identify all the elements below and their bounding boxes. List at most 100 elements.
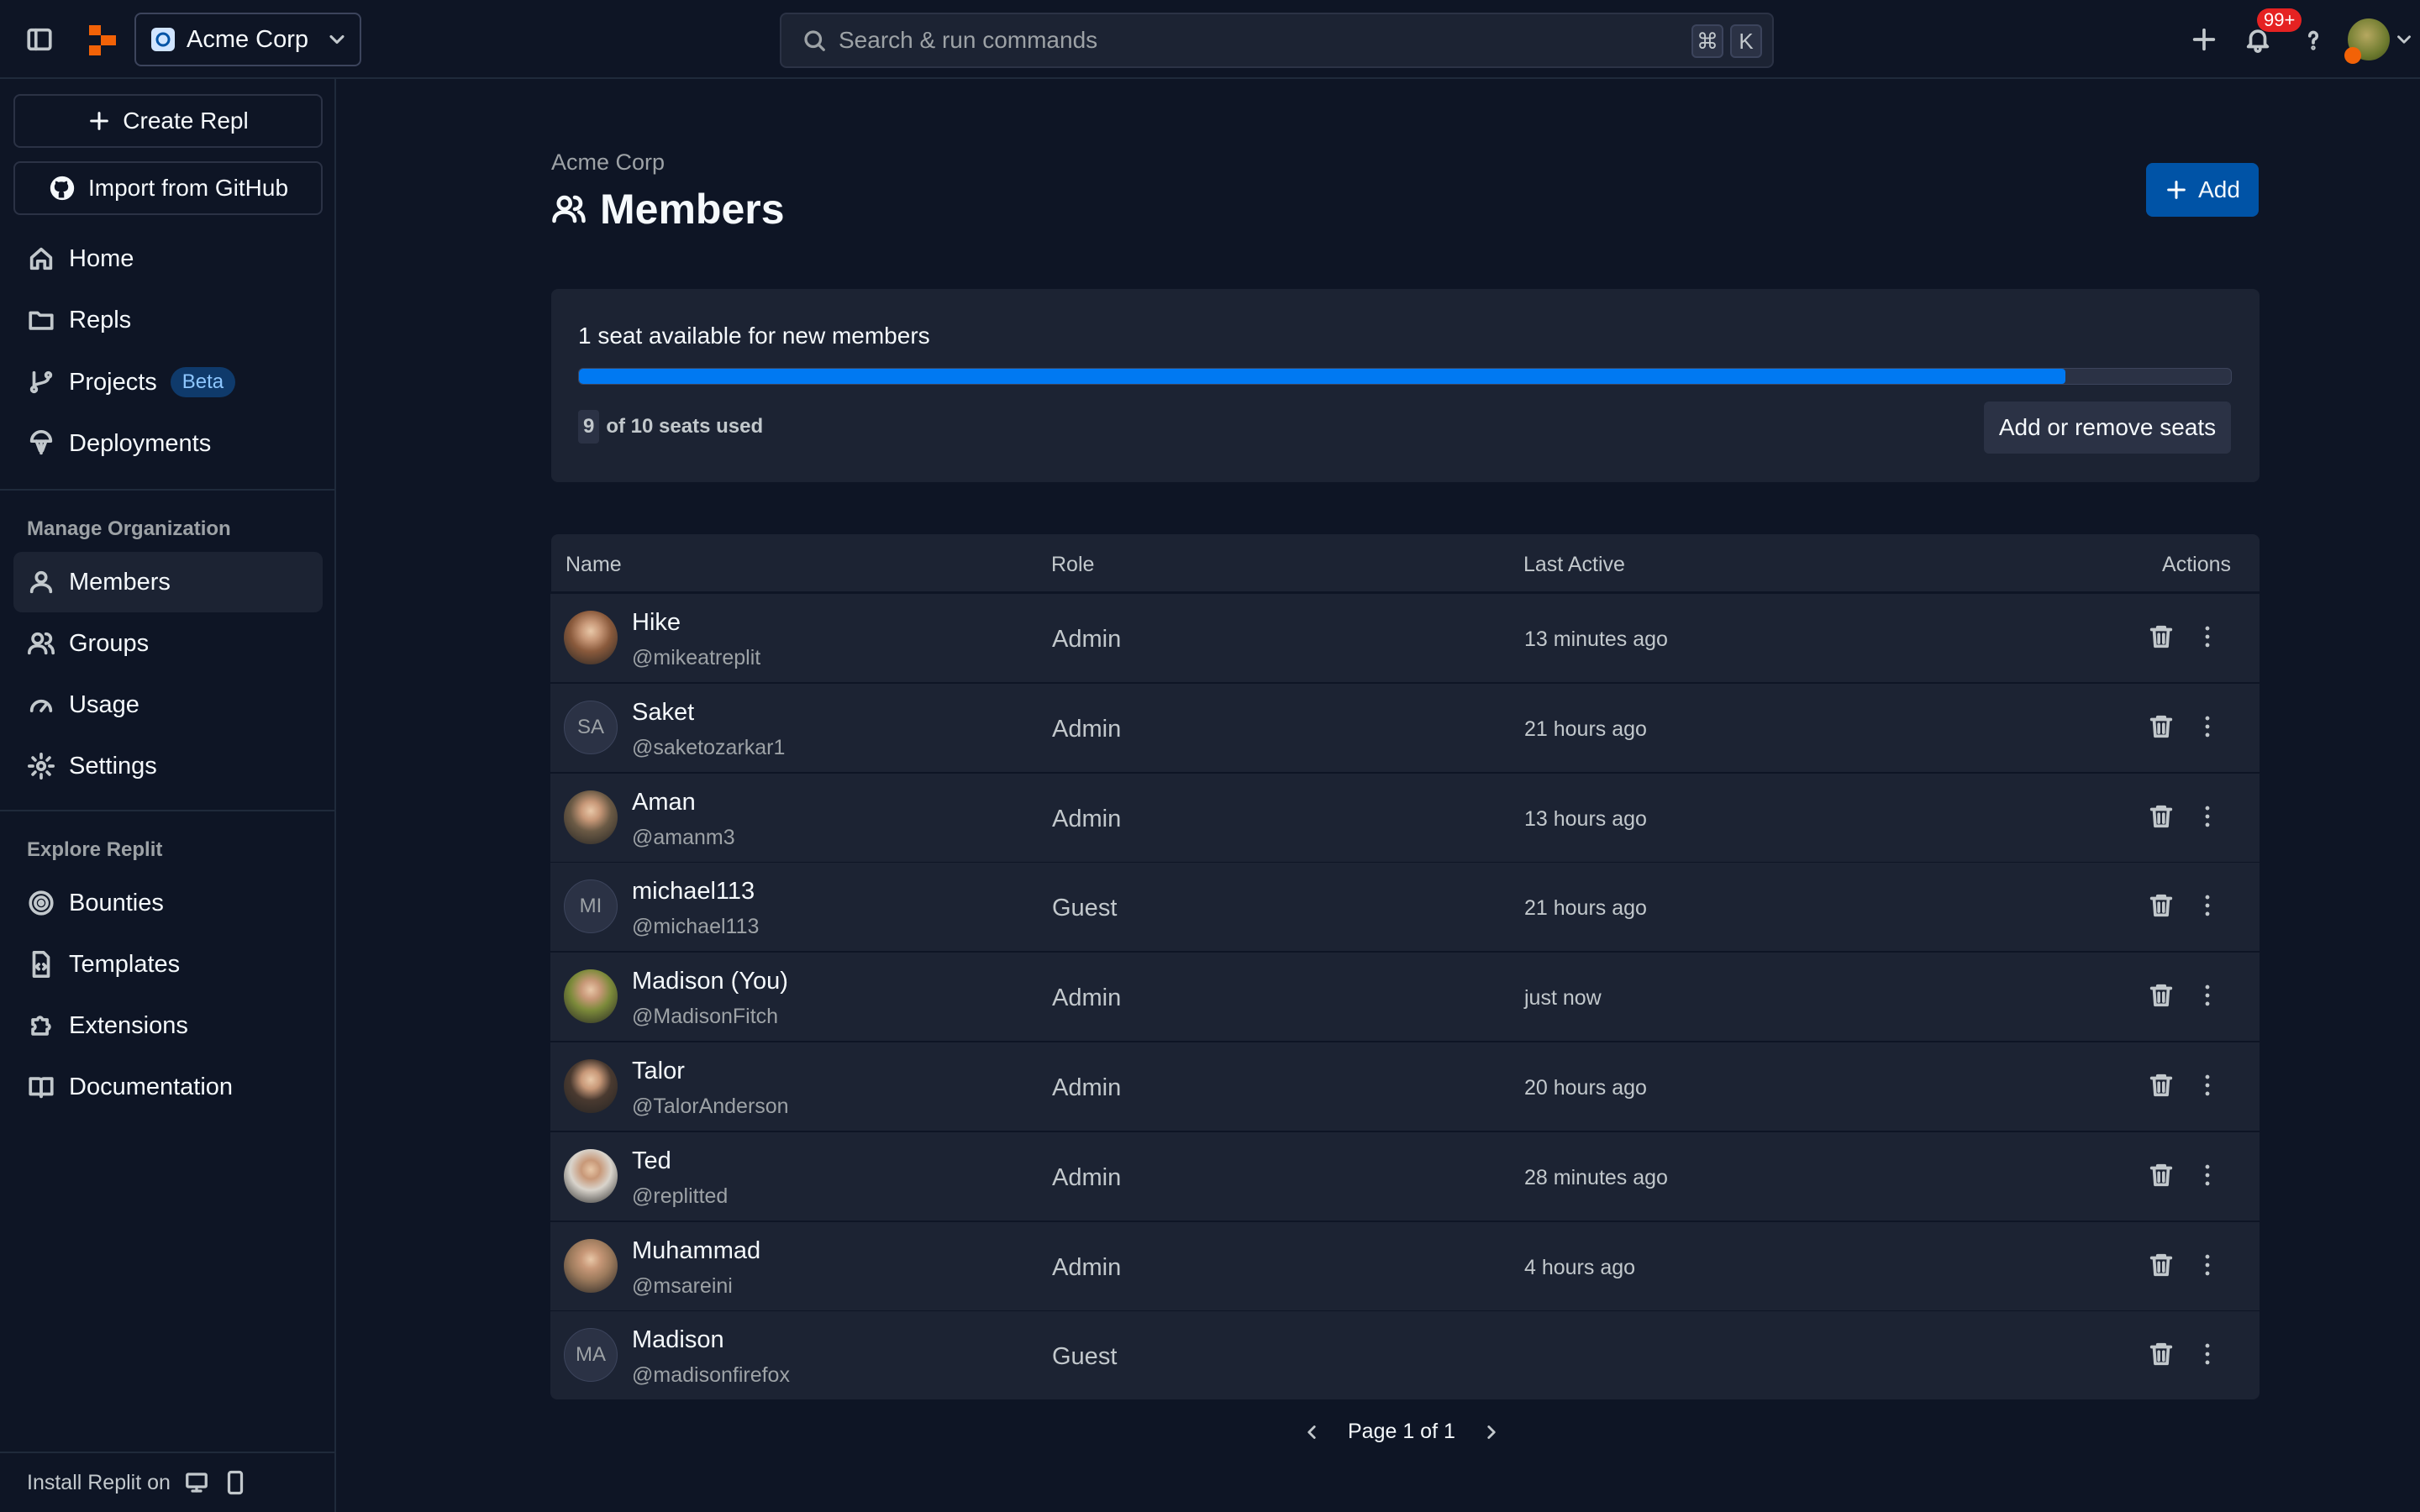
chevron-left-icon[interactable]: [1301, 1421, 1323, 1443]
member-last-active: just now: [1524, 986, 1602, 1011]
sidebar-item-bounties[interactable]: Bounties: [13, 873, 323, 933]
table-row[interactable]: MI michael113 @michael113 Guest 21 hours ago: [550, 862, 2260, 952]
member-username: @amanm3: [632, 825, 735, 849]
avatar[interactable]: [564, 1059, 618, 1113]
shortcut-cmd-key: ⌘: [1691, 24, 1723, 58]
sidebar-item-projects[interactable]: Projects Beta: [13, 352, 323, 412]
more-options-icon[interactable]: [2193, 891, 2222, 920]
home-icon: [29, 247, 53, 270]
more-options-icon[interactable]: [2193, 981, 2222, 1010]
table-row[interactable]: Madison (You) @MadisonFitch Admin just now: [550, 952, 2260, 1042]
member-last-active: 28 minutes ago: [1524, 1165, 1668, 1189]
desktop-icon[interactable]: [184, 1470, 209, 1495]
member-name: Madison (You): [632, 968, 788, 995]
more-options-icon[interactable]: [2193, 1071, 2222, 1100]
more-options-icon[interactable]: [2193, 1161, 2222, 1189]
avatar[interactable]: [564, 1148, 618, 1203]
avatar[interactable]: [564, 1238, 618, 1293]
sidebar-toggle-icon[interactable]: [25, 25, 54, 54]
plus-icon: [2167, 181, 2186, 199]
add-label: Add: [2198, 176, 2240, 202]
trash-icon[interactable]: [2147, 1251, 2175, 1279]
table-row[interactable]: SA Saket @saketozarkar1 Admin 21 hours ago: [550, 682, 2260, 772]
member-last-active: 13 minutes ago: [1524, 627, 1668, 651]
member-role: Guest: [1052, 1343, 1118, 1371]
table-row[interactable]: Aman @amanm3 Admin 13 hours ago: [550, 772, 2260, 862]
add-member-button[interactable]: Add: [2146, 163, 2259, 217]
table-row[interactable]: Muhammad @msareini Admin 4 hours ago: [550, 1221, 2260, 1310]
member-name: Madison: [632, 1326, 724, 1354]
sidebar-item-label: Members: [69, 568, 171, 596]
mobile-icon[interactable]: [223, 1470, 248, 1495]
puzzle-icon: [31, 1016, 51, 1036]
trash-icon[interactable]: [2147, 1071, 2175, 1100]
more-options-icon[interactable]: [2193, 1251, 2222, 1279]
table-row[interactable]: Talor @TalorAnderson Admin 20 hours ago: [550, 1042, 2260, 1131]
member-name: Muhammad: [632, 1236, 761, 1264]
sidebar-item-templates[interactable]: Templates: [13, 934, 323, 995]
trash-icon[interactable]: [2147, 981, 2175, 1010]
more-options-icon[interactable]: [2193, 622, 2222, 651]
add-remove-seats-button[interactable]: Add or remove seats: [1984, 402, 2231, 454]
avatar[interactable]: [564, 790, 618, 844]
trash-icon[interactable]: [2147, 891, 2175, 920]
seats-progress-bar: [578, 368, 2232, 385]
sidebar-item-usage[interactable]: Usage: [13, 675, 323, 735]
user-icon: [29, 570, 53, 594]
import-github-button[interactable]: Import from GitHub: [13, 161, 323, 215]
replit-logo[interactable]: [87, 24, 118, 57]
trash-icon[interactable]: [2147, 1161, 2175, 1189]
trash-icon[interactable]: [2147, 1340, 2175, 1368]
sidebar-item-deployments[interactable]: Deployments: [13, 413, 323, 474]
table-row[interactable]: MA Madison @madisonfirefox Guest: [550, 1310, 2260, 1400]
member-role: Guest: [1052, 895, 1118, 922]
member-last-active: 13 hours ago: [1524, 806, 1647, 831]
sidebar-item-groups[interactable]: Groups: [13, 613, 323, 674]
seats-used-wrap: 9 of 10 seats used: [578, 410, 763, 444]
trash-icon[interactable]: [2147, 802, 2175, 831]
org-switcher[interactable]: Acme Corp: [134, 13, 361, 66]
more-options-icon[interactable]: [2193, 802, 2222, 831]
search-bar[interactable]: Search & run commands ⌘ K: [780, 13, 1774, 68]
users-icon: [552, 195, 586, 223]
sidebar-item-label: Repls: [69, 306, 132, 333]
sidebar-item-label: Templates: [69, 950, 181, 978]
chevron-right-icon[interactable]: [1481, 1421, 1502, 1443]
avatar[interactable]: MA: [564, 1328, 618, 1383]
sidebar-item-repls[interactable]: Repls: [13, 290, 323, 350]
more-options-icon[interactable]: [2193, 1340, 2222, 1368]
sidebar-item-members[interactable]: Members: [13, 552, 323, 612]
avatar-chevron-icon[interactable]: [2393, 29, 2415, 50]
sidebar-item-settings[interactable]: Settings: [13, 736, 323, 796]
sidebar-item-label: Extensions: [69, 1011, 188, 1039]
member-username: @msareini: [632, 1273, 733, 1298]
sidebar-divider: [0, 810, 336, 811]
member-username: @replitted: [632, 1184, 729, 1208]
create-plus-icon[interactable]: [2190, 25, 2218, 54]
avatar[interactable]: SA: [564, 700, 618, 754]
sidebar-item-extensions[interactable]: Extensions: [13, 995, 323, 1056]
column-header-role[interactable]: Role: [1051, 553, 1094, 577]
create-repl-button[interactable]: Create Repl: [13, 94, 323, 148]
column-header-name[interactable]: Name: [566, 553, 622, 577]
trash-icon[interactable]: [2147, 712, 2175, 741]
sidebar-item-documentation[interactable]: Documentation: [13, 1057, 323, 1117]
member-last-active: 21 hours ago: [1524, 896, 1647, 921]
trash-icon[interactable]: [2147, 622, 2175, 651]
table-row[interactable]: Ted @replitted Admin 28 minutes ago: [550, 1131, 2260, 1221]
avatar[interactable]: MI: [564, 879, 618, 934]
page-indicator: Page 1 of 1: [1348, 1420, 1455, 1443]
help-icon[interactable]: [2299, 25, 2328, 54]
column-header-actions: Actions: [2162, 553, 2231, 576]
avatar[interactable]: [564, 611, 618, 664]
member-username: @TalorAnderson: [632, 1095, 789, 1118]
column-header-last-active[interactable]: Last Active: [1523, 553, 1625, 577]
sidebar-item-label: Deployments: [69, 429, 212, 457]
avatar[interactable]: [564, 969, 618, 1024]
breadcrumb[interactable]: Acme Corp: [551, 150, 665, 176]
table-header: Name Role Last Active Actions: [551, 534, 2260, 593]
table-row[interactable]: Hike @mikeatreplit Admin 13 minutes ago: [550, 593, 2260, 682]
sidebar-item-home[interactable]: Home: [13, 228, 323, 289]
more-options-icon[interactable]: [2193, 712, 2222, 741]
member-role: Admin: [1052, 1163, 1122, 1191]
